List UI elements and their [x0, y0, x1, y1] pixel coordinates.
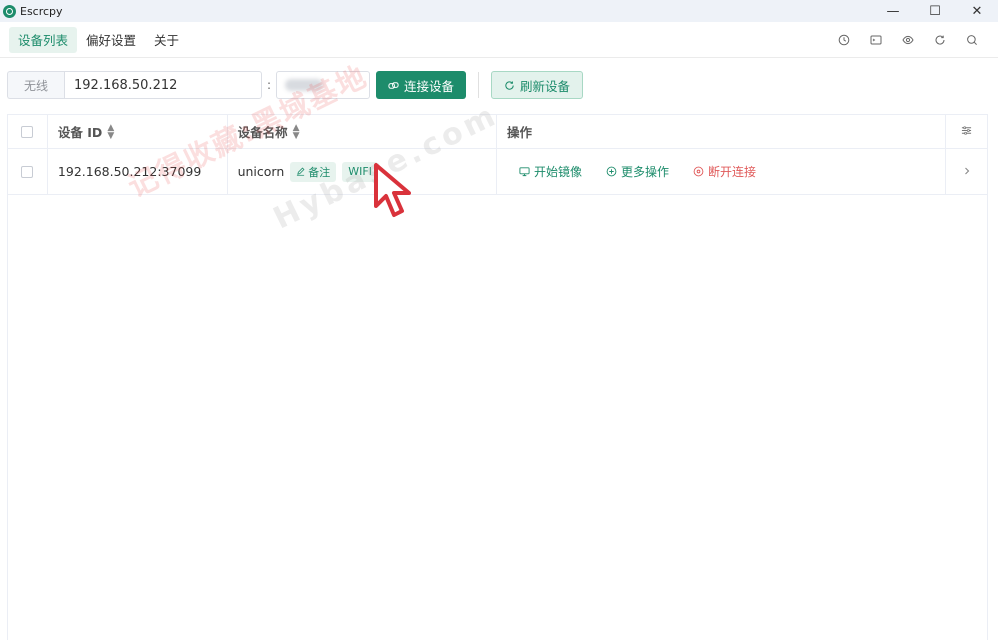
nav-bar: 设备列表 偏好设置 关于 — [0, 22, 998, 58]
row-select-cell — [8, 149, 48, 194]
ip-address-input[interactable]: 192.168.50.212 — [64, 71, 262, 99]
sort-icon[interactable]: ▲ ▼ — [107, 123, 114, 140]
operations-cell: 开始镜像 更多操作 断开连接 — [497, 149, 947, 194]
tab-preferences[interactable]: 偏好设置 — [77, 27, 145, 53]
tab-device-list[interactable]: 设备列表 — [9, 26, 78, 53]
plus-circle-icon — [606, 166, 617, 177]
header-device-id-label: 设备 ID — [57, 125, 103, 140]
connect-device-label: 连接设备 — [404, 78, 455, 94]
nav-icon-group — [828, 22, 988, 58]
ip-input-group: 无线 192.168.50.212 — [7, 71, 262, 99]
chevron-right-icon[interactable] — [962, 164, 972, 179]
header-operations-label: 操作 — [507, 125, 533, 140]
minimize-button[interactable]: — — [872, 0, 914, 22]
connection-mode-label: 无线 — [7, 71, 64, 99]
row-expand-cell — [946, 149, 987, 194]
eye-icon[interactable] — [892, 34, 924, 46]
column-settings-icon[interactable] — [961, 124, 972, 139]
mouse-pointer-icon — [374, 163, 411, 217]
search-icon[interactable] — [956, 34, 988, 46]
header-select-cell — [8, 115, 48, 148]
tab-about[interactable]: 关于 — [145, 27, 188, 53]
more-actions-button[interactable]: 更多操作 — [606, 163, 669, 180]
refresh-icon — [505, 80, 514, 90]
ip-port-separator: : — [266, 78, 272, 92]
device-name: unicorn — [237, 164, 285, 179]
header-column-settings — [946, 115, 987, 148]
disconnect-label: 断开连接 — [708, 165, 757, 179]
more-actions-label: 更多操作 — [621, 165, 670, 179]
app-logo-icon — [3, 4, 16, 18]
title-bar: Escrcpy — ☐ ✕ — [0, 0, 998, 22]
start-mirror-button[interactable]: 开始镜像 — [519, 163, 582, 180]
terminal-icon[interactable] — [860, 34, 892, 46]
close-button[interactable]: ✕ — [956, 0, 998, 22]
refresh-devices-label: 刷新设备 — [520, 78, 571, 94]
monitor-icon — [519, 167, 530, 177]
edit-icon — [297, 167, 305, 176]
select-all-checkbox[interactable] — [21, 125, 34, 138]
maximize-button[interactable]: ☐ — [914, 0, 956, 22]
close-circle-icon — [693, 166, 704, 177]
header-operations: 操作 — [497, 115, 947, 148]
clock-icon[interactable] — [828, 34, 860, 46]
disconnect-button[interactable]: 断开连接 — [693, 163, 756, 180]
link-icon — [388, 81, 399, 89]
start-mirror-label: 开始镜像 — [534, 165, 583, 179]
window-title: Escrcpy — [20, 4, 63, 18]
toolbar-divider — [478, 72, 480, 98]
row-checkbox[interactable] — [21, 165, 34, 178]
window-controls: — ☐ ✕ — [872, 0, 998, 22]
refresh-icon[interactable] — [924, 34, 956, 46]
refresh-devices-button[interactable]: 刷新设备 — [491, 71, 584, 99]
connect-device-button[interactable]: 连接设备 — [376, 71, 467, 99]
